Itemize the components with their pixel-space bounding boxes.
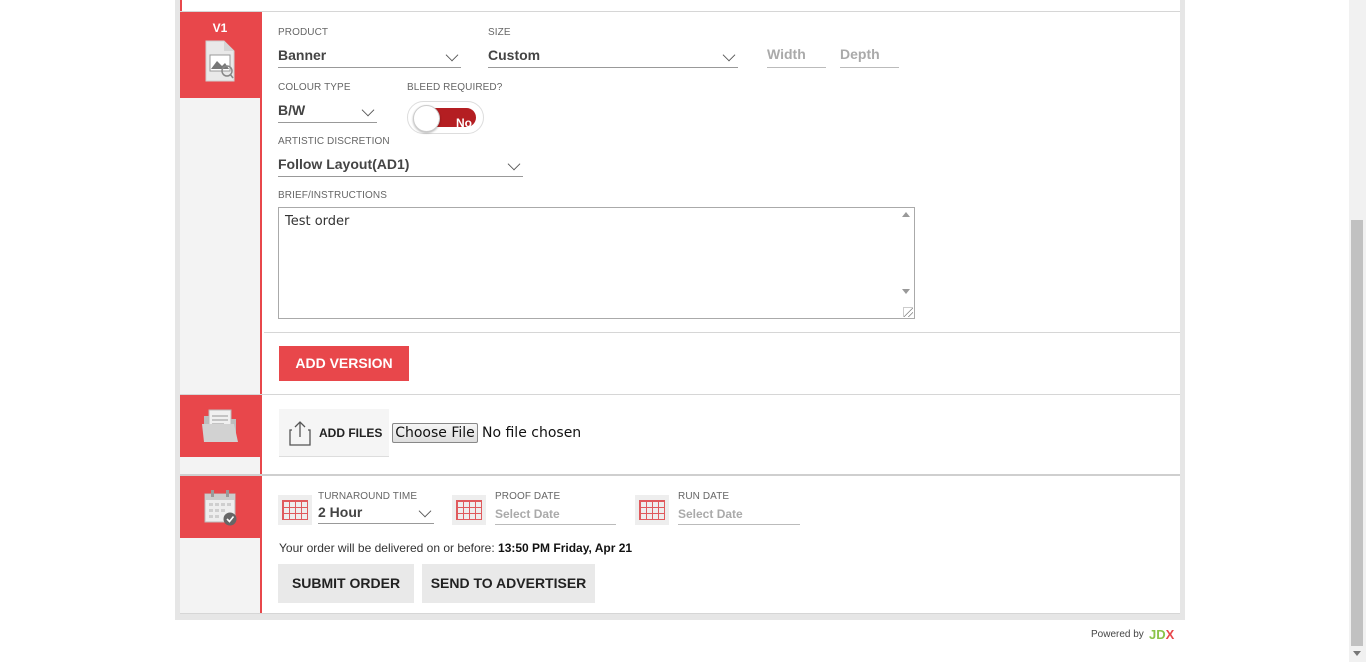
calendar-grid	[456, 500, 482, 520]
files-badge	[180, 395, 260, 457]
page-scrollbar[interactable]	[1349, 0, 1366, 662]
turnaround-value: 2 Hour	[318, 504, 363, 520]
logo-jd: JD	[1149, 627, 1166, 642]
chevron-down-icon	[445, 48, 459, 62]
image-file-icon	[205, 40, 235, 82]
chevron-down-icon	[418, 504, 432, 518]
choose-file-button[interactable]: Choose File	[392, 423, 478, 443]
bleed-toggle-value: No	[456, 116, 472, 130]
size-value: Custom	[488, 47, 541, 63]
delivery-prefix: Your order will be delivered on or befor…	[279, 541, 495, 555]
scroll-down-icon[interactable]	[1353, 651, 1361, 656]
files-divider	[180, 474, 1180, 476]
chevron-down-icon	[722, 48, 736, 62]
version-sidebar: V1	[180, 12, 262, 394]
depth-input[interactable]: Depth	[840, 46, 899, 68]
upload-icon	[289, 421, 311, 446]
run-date-calendar-icon[interactable]	[635, 495, 669, 525]
submit-order-button[interactable]: SUBMIT ORDER	[278, 564, 414, 603]
logo-x: X	[1165, 627, 1175, 642]
bleed-toggle[interactable]: No	[407, 101, 484, 134]
powered-by-text: Powered by	[1091, 629, 1144, 640]
add-files-button[interactable]: ADD FILES	[279, 409, 389, 457]
folder-icon	[202, 409, 238, 442]
size-select[interactable]: Custom	[488, 46, 738, 68]
calendar-grid	[282, 500, 308, 520]
artistic-discretion-select[interactable]: Follow Layout(AD1)	[278, 155, 523, 177]
schedule-badge	[180, 476, 260, 538]
artistic-discretion-label: ARTISTIC DISCRETION	[278, 136, 390, 147]
run-date-label: RUN DATE	[678, 491, 730, 502]
calendar-grid	[639, 500, 665, 520]
resize-handle-icon[interactable]	[903, 307, 913, 317]
scrollbar-thumb[interactable]	[1351, 220, 1363, 646]
chevron-down-icon	[507, 157, 521, 171]
bleed-label: BLEED REQUIRED?	[407, 82, 503, 93]
scroll-down-arrow-icon[interactable]	[902, 289, 910, 294]
files-sidebar	[180, 395, 262, 474]
delivery-datetime: 13:50 PM Friday, Apr 21	[498, 541, 633, 555]
size-label: SIZE	[488, 27, 511, 38]
turnaround-calendar-icon[interactable]	[278, 495, 312, 525]
version-badge: V1	[180, 12, 260, 98]
version-divider	[180, 394, 1180, 395]
add-version-button[interactable]: ADD VERSION	[279, 346, 409, 381]
delivery-estimate: Your order will be delivered on or befor…	[279, 541, 632, 555]
top-divider	[180, 11, 1180, 12]
colour-type-select[interactable]: B/W	[278, 101, 377, 123]
proof-date-input[interactable]: Select Date	[495, 506, 616, 525]
colour-type-label: COLOUR TYPE	[278, 82, 351, 93]
add-files-label: ADD FILES	[319, 426, 383, 440]
toggle-knob	[413, 105, 440, 132]
proof-date-label: PROOF DATE	[495, 491, 561, 502]
product-value: Banner	[278, 47, 327, 63]
scroll-up-arrow-icon[interactable]	[902, 212, 910, 217]
send-to-advertiser-button[interactable]: SEND TO ADVERTISER	[422, 564, 595, 603]
chevron-down-icon	[361, 103, 375, 117]
version-number: V1	[212, 21, 228, 35]
brief-textarea[interactable]: Test order	[278, 207, 915, 319]
bottom-divider	[180, 613, 1180, 614]
run-date-input[interactable]: Select Date	[678, 506, 800, 525]
turnaround-label: TURNAROUND TIME	[318, 491, 418, 502]
artistic-discretion-value: Follow Layout(AD1)	[278, 156, 410, 172]
width-input[interactable]: Width	[767, 46, 826, 68]
calendar-check-icon	[204, 490, 237, 526]
brief-label: BRIEF/INSTRUCTIONS	[278, 190, 388, 201]
brief-text: Test order	[285, 214, 350, 229]
proof-date-calendar-icon[interactable]	[452, 495, 486, 525]
brief-divider	[264, 332, 1180, 333]
product-select[interactable]: Banner	[278, 46, 461, 68]
product-label: PRODUCT	[278, 27, 329, 38]
turnaround-select[interactable]: 2 Hour	[318, 504, 434, 524]
no-file-text: No file chosen	[482, 425, 582, 441]
schedule-sidebar	[180, 476, 262, 614]
jdx-logo[interactable]: JDX	[1149, 627, 1174, 642]
colour-type-value: B/W	[278, 102, 306, 118]
